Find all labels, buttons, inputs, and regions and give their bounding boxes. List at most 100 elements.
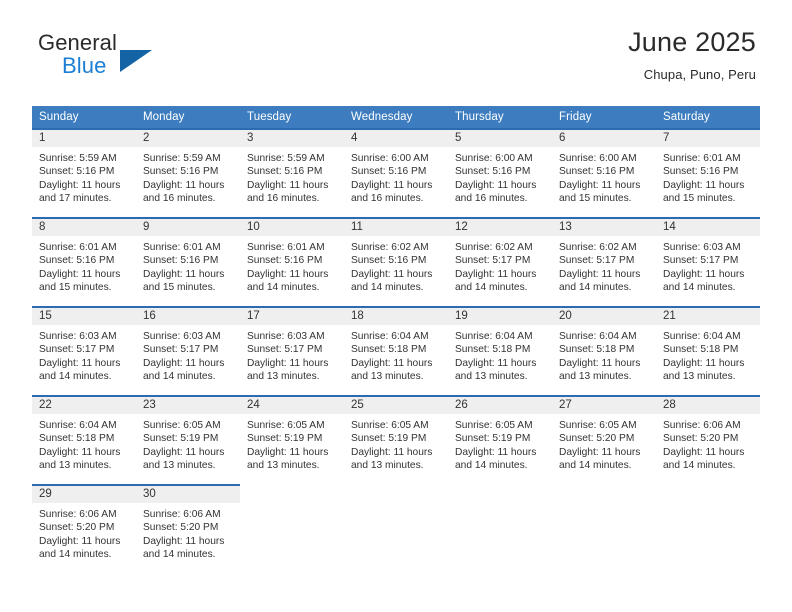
- day-cell[interactable]: 16 Sunrise: 6:03 AM Sunset: 5:17 PM Dayligh…: [136, 306, 240, 395]
- day-cell[interactable]: 4 Sunrise: 6:00 AM Sunset: 5:16 PM Daylight…: [344, 128, 448, 217]
- daylight-duration-line2: and 15 minutes.: [143, 281, 216, 293]
- day-cell[interactable]: 26 Sunrise: 6:05 AM Sunset: 5:19 PM Dayligh…: [448, 395, 552, 484]
- daylight-duration-line1: Daylight: 11 hours: [247, 179, 329, 191]
- sunrise-time: Sunrise: 6:05 AM: [455, 420, 533, 431]
- day-number: 25: [344, 397, 448, 414]
- sunset-time: Sunset: 5:18 PM: [39, 433, 115, 445]
- generalblue-logo[interactable]: General Blue: [38, 30, 152, 78]
- calendar-page: General Blue June 2025 Chupa, Puno, Peru…: [0, 0, 792, 612]
- day-cell[interactable]: 5 Sunrise: 6:00 AM Sunset: 5:16 PM Daylight…: [448, 128, 552, 217]
- day-cell[interactable]: 22 Sunrise: 6:04 AM Sunset: 5:18 PM Dayligh…: [32, 395, 136, 484]
- day-cell[interactable]: 28 Sunrise: 6:06 AM Sunset: 5:20 PM Dayligh…: [656, 395, 760, 484]
- sunrise-time: Sunrise: 6:02 AM: [559, 242, 637, 253]
- day-number: [344, 486, 448, 503]
- sunset-time: Sunset: 5:16 PM: [247, 255, 323, 267]
- day-cell[interactable]: 24 Sunrise: 6:05 AM Sunset: 5:19 PM Dayligh…: [240, 395, 344, 484]
- day-number: 21: [656, 308, 760, 325]
- day-cell[interactable]: 7 Sunrise: 6:01 AM Sunset: 5:16 PM Daylight…: [656, 128, 760, 217]
- daylight-duration-line1: Daylight: 11 hours: [559, 179, 641, 191]
- day-cell[interactable]: 3 Sunrise: 5:59 AM Sunset: 5:16 PM Daylight…: [240, 128, 344, 217]
- weekday-header-row: Sunday Monday Tuesday Wednesday Thursday…: [32, 106, 760, 128]
- calendar-cell: 6 Sunrise: 6:00 AM Sunset: 5:16 PM Daylight…: [552, 128, 656, 217]
- calendar-cell: 28 Sunrise: 6:06 AM Sunset: 5:20 PM Dayligh…: [656, 395, 760, 484]
- day-number: 9: [136, 219, 240, 236]
- day-cell[interactable]: 21 Sunrise: 6:04 AM Sunset: 5:18 PM Dayligh…: [656, 306, 760, 395]
- day-number: 12: [448, 219, 552, 236]
- calendar-cell: 18 Sunrise: 6:04 AM Sunset: 5:18 PM Dayligh…: [344, 306, 448, 395]
- sunrise-time: Sunrise: 6:00 AM: [455, 153, 533, 164]
- calendar-cell: 9 Sunrise: 6:01 AM Sunset: 5:16 PM Daylight…: [136, 217, 240, 306]
- daylight-duration-line1: Daylight: 11 hours: [663, 179, 745, 191]
- day-cell-empty: [552, 484, 656, 573]
- day-number: 13: [552, 219, 656, 236]
- daylight-duration-line1: Daylight: 11 hours: [143, 535, 225, 547]
- day-cell[interactable]: 15 Sunrise: 6:03 AM Sunset: 5:17 PM Dayligh…: [32, 306, 136, 395]
- daylight-duration-line1: Daylight: 11 hours: [559, 446, 641, 458]
- day-details: Sunrise: 6:04 AM Sunset: 5:18 PM Daylight:…: [32, 414, 136, 472]
- sunrise-time: Sunrise: 5:59 AM: [39, 153, 117, 164]
- day-cell[interactable]: 23 Sunrise: 6:05 AM Sunset: 5:19 PM Dayligh…: [136, 395, 240, 484]
- sunrise-time: Sunrise: 6:05 AM: [143, 420, 221, 431]
- calendar-cell: 15 Sunrise: 6:03 AM Sunset: 5:17 PM Dayligh…: [32, 306, 136, 395]
- day-cell[interactable]: 25 Sunrise: 6:05 AM Sunset: 5:19 PM Dayligh…: [344, 395, 448, 484]
- day-cell[interactable]: 17 Sunrise: 6:03 AM Sunset: 5:17 PM Dayligh…: [240, 306, 344, 395]
- calendar-cell: 12 Sunrise: 6:02 AM Sunset: 5:17 PM Dayligh…: [448, 217, 552, 306]
- day-number: 4: [344, 130, 448, 147]
- sunrise-time: Sunrise: 6:01 AM: [39, 242, 117, 253]
- calendar-cell: 20 Sunrise: 6:04 AM Sunset: 5:18 PM Dayligh…: [552, 306, 656, 395]
- day-cell[interactable]: 18 Sunrise: 6:04 AM Sunset: 5:18 PM Dayligh…: [344, 306, 448, 395]
- sunset-time: Sunset: 5:17 PM: [455, 255, 531, 267]
- daylight-duration-line1: Daylight: 11 hours: [39, 179, 121, 191]
- day-cell[interactable]: 9 Sunrise: 6:01 AM Sunset: 5:16 PM Daylight…: [136, 217, 240, 306]
- day-number: 10: [240, 219, 344, 236]
- day-number: 2: [136, 130, 240, 147]
- day-cell[interactable]: 19 Sunrise: 6:04 AM Sunset: 5:18 PM Dayligh…: [448, 306, 552, 395]
- logo-text-blue: Blue: [62, 53, 107, 78]
- sunrise-time: Sunrise: 5:59 AM: [247, 153, 325, 164]
- daylight-duration-line2: and 13 minutes.: [39, 459, 112, 471]
- calendar-body: 1 Sunrise: 5:59 AM Sunset: 5:16 PM Daylight…: [32, 128, 760, 573]
- day-cell[interactable]: 30 Sunrise: 6:06 AM Sunset: 5:20 PM Dayligh…: [136, 484, 240, 573]
- daylight-duration-line2: and 14 minutes.: [455, 281, 528, 293]
- day-cell[interactable]: 29 Sunrise: 6:06 AM Sunset: 5:20 PM Dayligh…: [32, 484, 136, 573]
- sunset-time: Sunset: 5:18 PM: [559, 344, 635, 356]
- day-cell[interactable]: 8 Sunrise: 6:01 AM Sunset: 5:16 PM Daylight…: [32, 217, 136, 306]
- day-cell[interactable]: 13 Sunrise: 6:02 AM Sunset: 5:17 PM Dayligh…: [552, 217, 656, 306]
- day-cell[interactable]: 12 Sunrise: 6:02 AM Sunset: 5:17 PM Dayligh…: [448, 217, 552, 306]
- weekday-header-monday: Monday: [136, 106, 240, 128]
- day-cell[interactable]: 14 Sunrise: 6:03 AM Sunset: 5:17 PM Dayligh…: [656, 217, 760, 306]
- logo-text-general: General: [38, 30, 117, 55]
- day-cell[interactable]: 11 Sunrise: 6:02 AM Sunset: 5:16 PM Dayligh…: [344, 217, 448, 306]
- calendar-week-row: 29 Sunrise: 6:06 AM Sunset: 5:20 PM Dayligh…: [32, 484, 760, 573]
- day-details: Sunrise: 6:04 AM Sunset: 5:18 PM Daylight:…: [448, 325, 552, 383]
- day-cell[interactable]: 27 Sunrise: 6:05 AM Sunset: 5:20 PM Dayligh…: [552, 395, 656, 484]
- day-number: 14: [656, 219, 760, 236]
- day-number: [240, 486, 344, 503]
- calendar-cell: 24 Sunrise: 6:05 AM Sunset: 5:19 PM Dayligh…: [240, 395, 344, 484]
- sunset-time: Sunset: 5:16 PM: [143, 166, 219, 178]
- day-cell[interactable]: 1 Sunrise: 5:59 AM Sunset: 5:16 PM Daylight…: [32, 128, 136, 217]
- calendar-week-row: 1 Sunrise: 5:59 AM Sunset: 5:16 PM Daylight…: [32, 128, 760, 217]
- day-cell[interactable]: 20 Sunrise: 6:04 AM Sunset: 5:18 PM Dayligh…: [552, 306, 656, 395]
- sunset-time: Sunset: 5:16 PM: [663, 166, 739, 178]
- sunrise-time: Sunrise: 6:03 AM: [143, 331, 221, 342]
- day-cell-empty: [656, 484, 760, 573]
- sunset-time: Sunset: 5:19 PM: [247, 433, 323, 445]
- calendar-cell: 30 Sunrise: 6:06 AM Sunset: 5:20 PM Dayligh…: [136, 484, 240, 573]
- day-cell[interactable]: 6 Sunrise: 6:00 AM Sunset: 5:16 PM Daylight…: [552, 128, 656, 217]
- calendar-cell: 21 Sunrise: 6:04 AM Sunset: 5:18 PM Dayligh…: [656, 306, 760, 395]
- day-number: 15: [32, 308, 136, 325]
- day-cell[interactable]: 2 Sunrise: 5:59 AM Sunset: 5:16 PM Daylight…: [136, 128, 240, 217]
- day-cell[interactable]: 10 Sunrise: 6:01 AM Sunset: 5:16 PM Dayligh…: [240, 217, 344, 306]
- day-details: Sunrise: 6:01 AM Sunset: 5:16 PM Daylight:…: [656, 147, 760, 205]
- calendar-cell: 25 Sunrise: 6:05 AM Sunset: 5:19 PM Dayligh…: [344, 395, 448, 484]
- calendar-week-row: 8 Sunrise: 6:01 AM Sunset: 5:16 PM Daylight…: [32, 217, 760, 306]
- daylight-duration-line1: Daylight: 11 hours: [559, 357, 641, 369]
- day-cell-empty: [240, 484, 344, 573]
- daylight-duration-line1: Daylight: 11 hours: [455, 357, 537, 369]
- day-details: Sunrise: 6:03 AM Sunset: 5:17 PM Daylight:…: [240, 325, 344, 383]
- daylight-duration-line2: and 13 minutes.: [351, 459, 424, 471]
- day-number: [656, 486, 760, 503]
- daylight-duration-line1: Daylight: 11 hours: [351, 446, 433, 458]
- day-number: 27: [552, 397, 656, 414]
